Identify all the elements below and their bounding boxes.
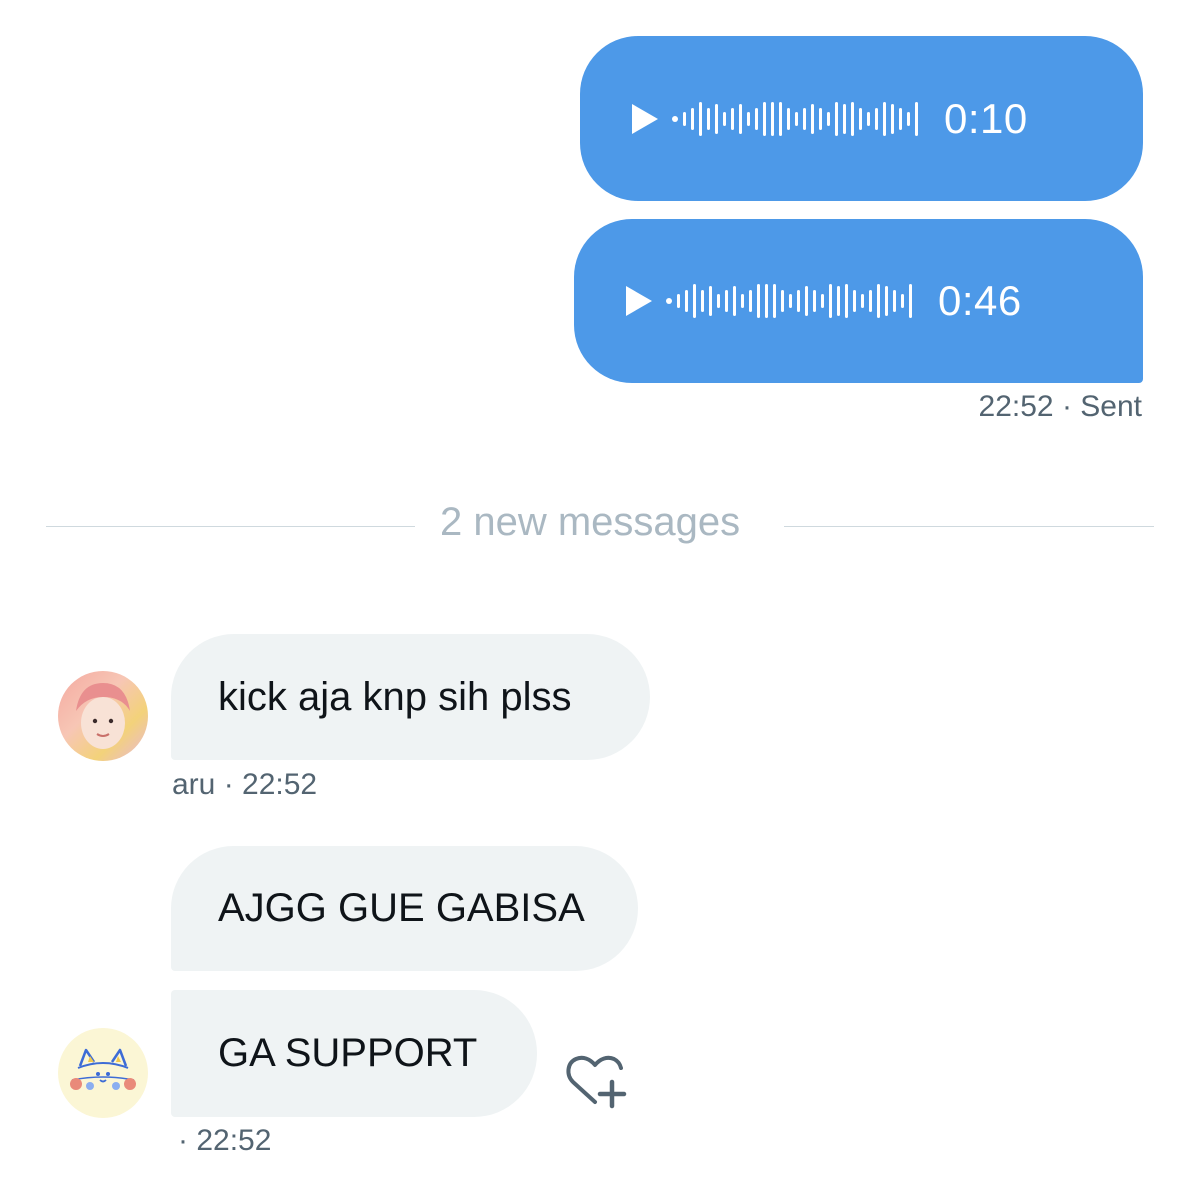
- waveform-bar: [747, 111, 750, 126]
- message-meta: aru · 22:52: [172, 768, 318, 801]
- waveform-bar: [699, 101, 702, 136]
- waveform-bar: [715, 103, 718, 134]
- waveform-bar: [909, 284, 912, 318]
- waveform-bar: [731, 107, 734, 130]
- waveform-bar: [723, 111, 726, 126]
- voice-message-bubble[interactable]: 0:10: [580, 36, 1143, 201]
- new-messages-divider: 2 new messages: [46, 500, 1154, 550]
- waveform-bar: [859, 107, 862, 130]
- voice-duration: 0:10: [944, 94, 1028, 142]
- waveform-dot: [666, 298, 672, 304]
- waveform-bar: [899, 107, 902, 130]
- waveform-bar: [685, 290, 688, 312]
- waveform-bar: [883, 101, 886, 136]
- waveform-bar: [867, 111, 870, 126]
- message-meta: · 22:52: [178, 1124, 272, 1157]
- waveform-bar: [837, 286, 840, 316]
- message-text: AJGG GUE GABISA: [218, 886, 585, 930]
- waveform-bar: [821, 294, 824, 308]
- play-icon[interactable]: [626, 286, 652, 316]
- waveform-bar: [709, 286, 712, 316]
- waveform-bar: [787, 107, 790, 130]
- waveform-bar: [691, 107, 694, 130]
- waveform-bar: [803, 107, 806, 130]
- voice-message-bubble[interactable]: 0:46: [574, 219, 1143, 383]
- waveform-bar: [749, 290, 752, 312]
- waveform: [666, 281, 912, 321]
- waveform-bar: [725, 290, 728, 312]
- waveform-bar: [797, 290, 800, 312]
- waveform-bar: [861, 294, 864, 308]
- waveform-bar: [891, 103, 894, 134]
- waveform-bar: [811, 103, 814, 134]
- waveform-bar: [901, 294, 904, 308]
- waveform-bar: [885, 286, 888, 316]
- voice-duration: 0:46: [938, 277, 1022, 324]
- message-bubble[interactable]: kick aja knp sih plss: [171, 634, 650, 760]
- new-messages-label: 2 new messages: [440, 500, 741, 544]
- waveform-bar: [829, 284, 832, 318]
- waveform-bar: [877, 284, 880, 318]
- waveform-bar: [683, 111, 686, 126]
- waveform-bar: [763, 101, 766, 136]
- waveform-bar: [765, 284, 768, 318]
- waveform-bar: [717, 294, 720, 308]
- waveform-bar: [795, 111, 798, 126]
- waveform-bar: [851, 101, 854, 136]
- waveform-bar: [845, 284, 848, 318]
- waveform-bar: [779, 101, 782, 136]
- message-bubble[interactable]: GA SUPPORT: [171, 990, 537, 1117]
- waveform: [672, 99, 918, 139]
- waveform-bar: [755, 107, 758, 130]
- sent-status: 22:52 · Sent: [979, 390, 1142, 424]
- waveform-bar: [819, 107, 822, 130]
- divider-line: [784, 526, 1154, 527]
- waveform-bar: [771, 101, 774, 136]
- waveform-bar: [781, 290, 784, 312]
- play-icon[interactable]: [632, 103, 658, 134]
- divider-line: [46, 526, 415, 527]
- waveform-bar: [907, 111, 910, 126]
- avatar[interactable]: [58, 1028, 148, 1118]
- waveform-bar: [915, 101, 918, 136]
- message-text: GA SUPPORT: [218, 1031, 478, 1075]
- sent-time: 22:52: [978, 390, 1054, 423]
- waveform-bar: [693, 284, 696, 318]
- waveform-bar: [869, 290, 872, 312]
- waveform-bar: [733, 286, 736, 316]
- waveform-bar: [893, 290, 896, 312]
- waveform-dot: [672, 115, 678, 122]
- waveform-bar: [773, 284, 776, 318]
- sent-label: · Sent: [1061, 390, 1142, 423]
- waveform-bar: [789, 294, 792, 308]
- waveform-bar: [757, 284, 760, 318]
- message-text: kick aja knp sih plss: [218, 674, 572, 719]
- waveform-bar: [875, 107, 878, 130]
- waveform-bar: [741, 294, 744, 308]
- waveform-bar: [843, 103, 846, 134]
- message-bubble[interactable]: AJGG GUE GABISA: [171, 846, 638, 971]
- add-reaction-icon[interactable]: [565, 1052, 627, 1110]
- conversation-view: 0:10 0:46 22:52 · Sent 2 new messages ki…: [0, 0, 1200, 1200]
- waveform-bar: [813, 290, 816, 312]
- waveform-bar: [677, 294, 680, 308]
- waveform-bar: [827, 111, 830, 126]
- waveform-bar: [853, 290, 856, 312]
- waveform-bar: [707, 107, 710, 130]
- waveform-bar: [835, 101, 838, 136]
- avatar[interactable]: [58, 671, 148, 761]
- waveform-bar: [805, 286, 808, 316]
- waveform-bar: [739, 103, 742, 134]
- waveform-bar: [701, 290, 704, 312]
